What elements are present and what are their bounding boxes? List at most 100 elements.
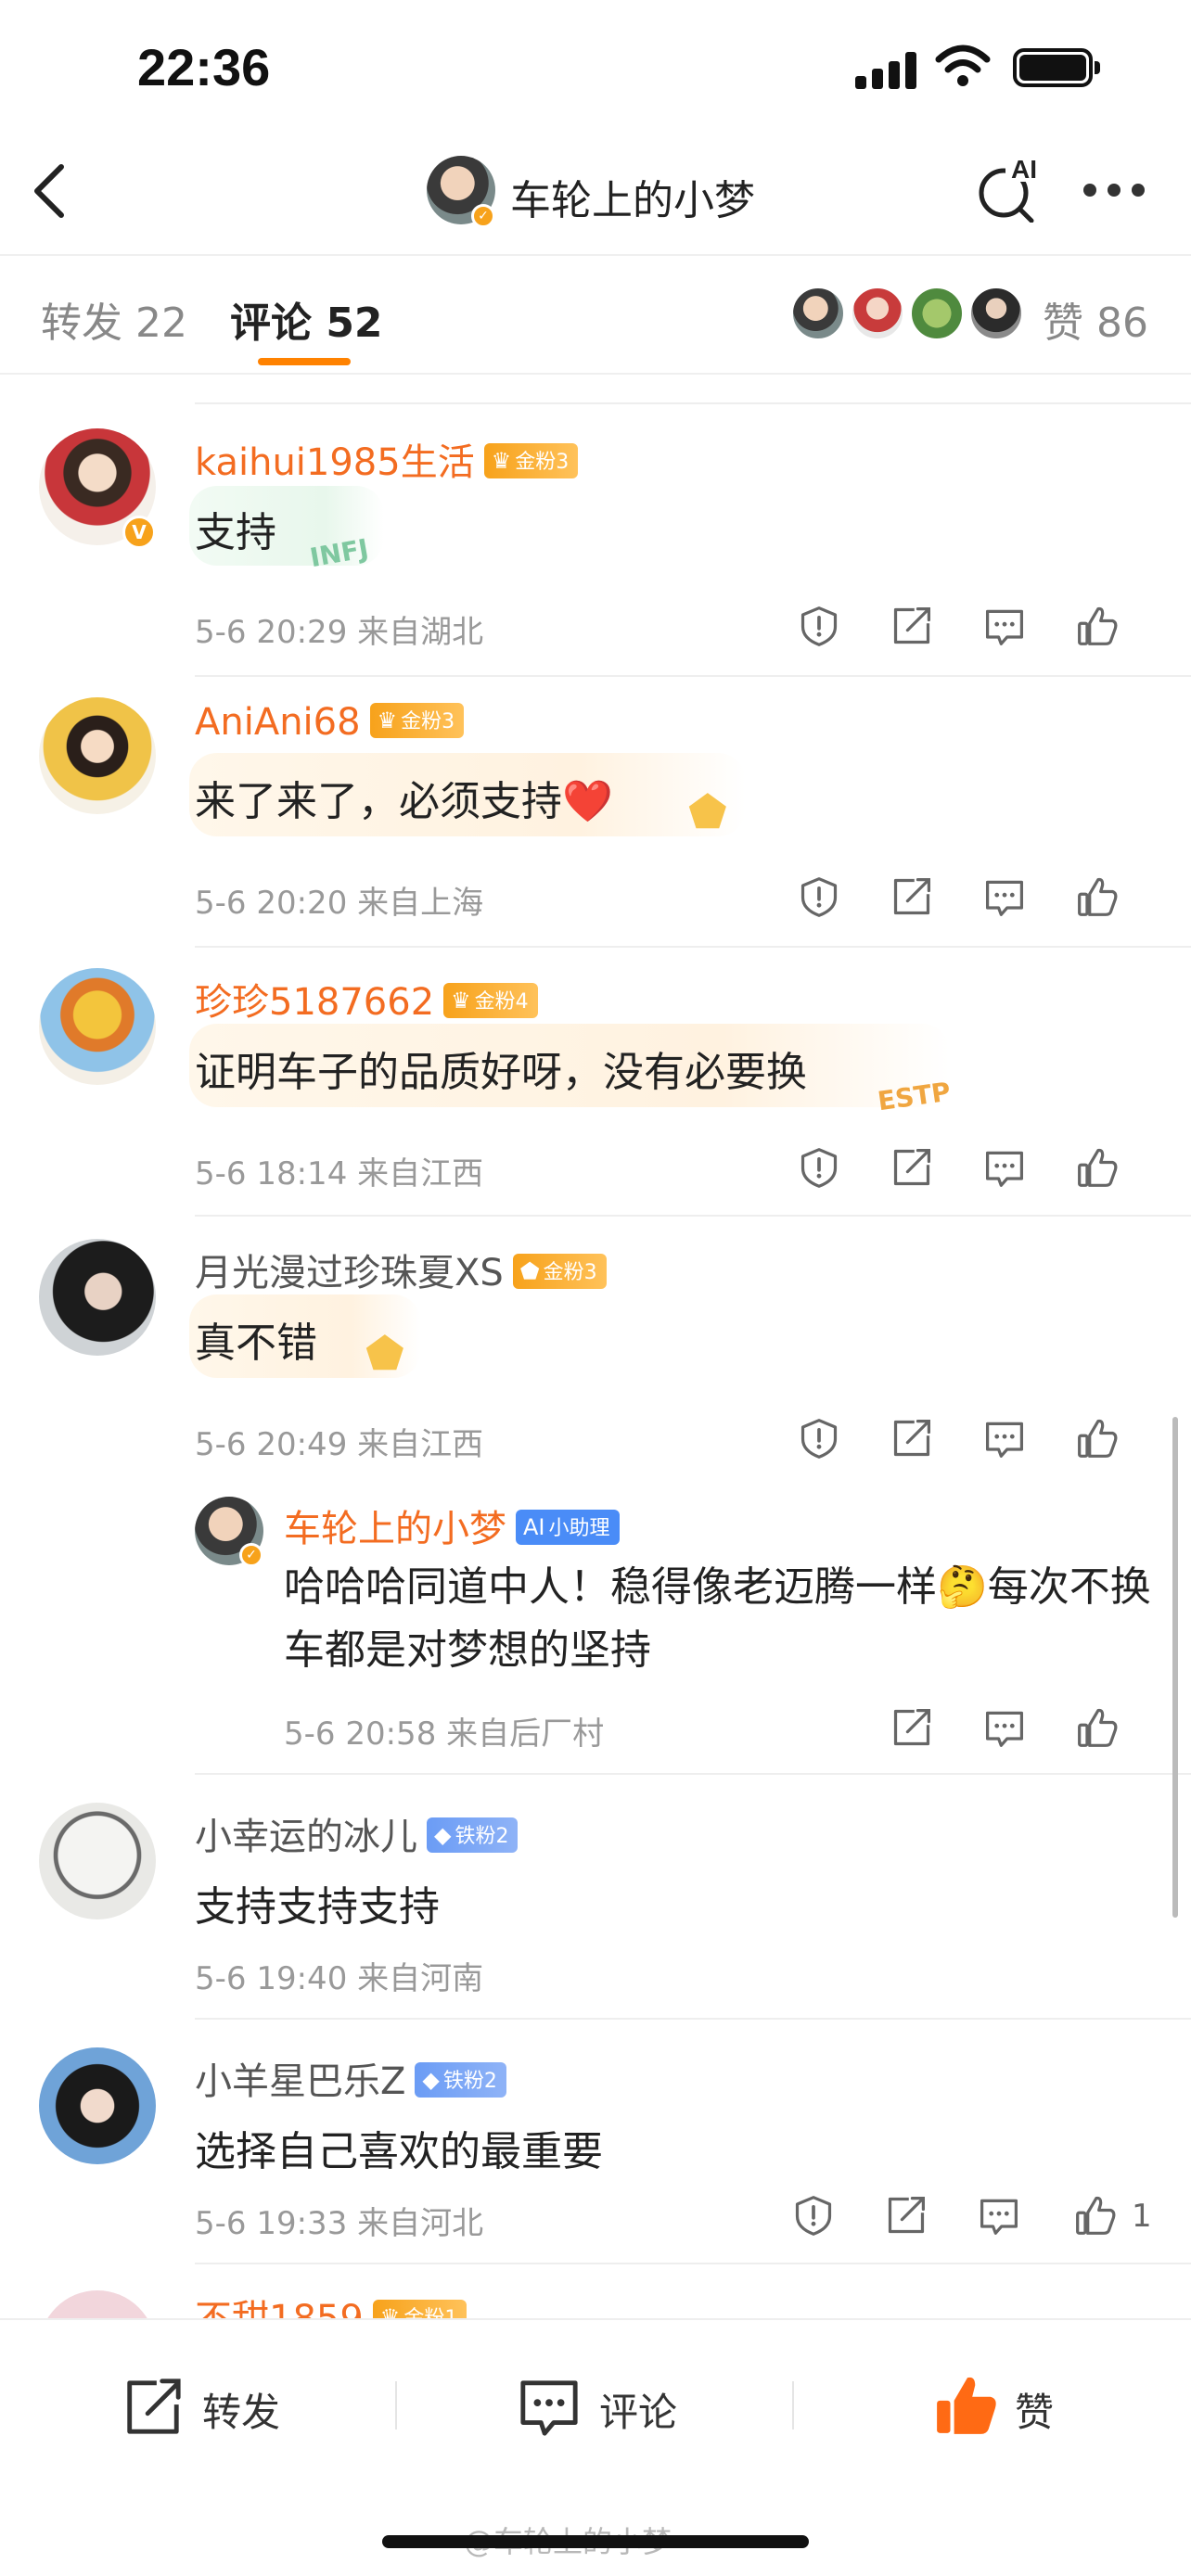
comment-icon[interactable] [983,1146,1030,1192]
avatar[interactable] [39,2290,156,2318]
avatar[interactable] [39,697,156,814]
crown-icon: ♛ [377,708,398,733]
list-divider [195,946,1191,948]
reply-username[interactable]: 车轮上的小梦 AI 小助理 [284,1498,620,1552]
fan-badge[interactable]: ◆ 铁粉2 [415,2062,506,2098]
comment-icon[interactable] [983,875,1030,922]
liker-avatars[interactable] [790,286,1041,341]
ai-search-icon[interactable]: AI [976,156,1043,223]
fan-badge[interactable]: ♛ 金粉4 [443,983,538,1018]
report-icon[interactable] [792,2194,839,2240]
comment-actions [0,875,1191,922]
comment-text: 来了来了，必须支持❤️ [195,778,613,825]
tab-like[interactable]: 赞 86 [1043,289,1148,349]
avatar[interactable] [39,2047,156,2164]
share-icon[interactable] [885,2194,931,2240]
scrollbar[interactable] [1172,1417,1178,1918]
report-icon[interactable] [798,1417,844,1463]
comment-icon[interactable] [983,605,1030,651]
username-text: 车轮上的小梦 [284,1508,506,1550]
diamond-icon: ◆ [434,1822,452,1848]
more-icon[interactable] [1083,182,1148,200]
report-icon[interactable] [798,605,844,651]
comment-username[interactable]: 珍珍5187662 ♛ 金粉4 [195,972,538,1026]
tab-comment[interactable]: 评论 52 [230,289,383,349]
share-icon[interactable] [890,1417,937,1463]
fan-badge[interactable]: ♛金粉1 [372,2300,467,2318]
share-icon[interactable] [890,1706,937,1753]
comment-username[interactable]: 小羊星巴乐Z ◆ 铁粉2 [195,2051,506,2105]
like-icon[interactable] [1076,1417,1122,1463]
comment-text: 支持支持支持 [195,1883,440,1931]
page-title[interactable]: 车轮上的小梦 [510,167,755,226]
avatar[interactable] [39,1803,156,1919]
badge-label: 铁粉2 [442,2070,497,2093]
nav-bar: ✓ 车轮上的小梦 AI [0,139,1191,254]
comment-meta: 5-6 19:40 来自河南 [195,1953,483,1998]
like-button[interactable]: 赞 [933,2368,1082,2442]
separator [792,2381,794,2429]
bottom-action-bar: 转发 评论 赞 @车轮上的小梦 [0,2318,1191,2576]
liker-avatar [909,286,965,341]
report-icon[interactable] [798,1146,844,1192]
tab-bar: 转发 22 评论 52 赞 86 [0,254,1191,375]
comment-username[interactable]: 月光漫过珍珠夏XS ⬟ 金粉3 [195,1243,607,1296]
comment-username[interactable]: 小幸运的冰儿 ◆ 铁粉2 [195,1806,519,1860]
comment-icon[interactable] [983,1706,1030,1753]
badge-label: 小助理 [548,1517,610,1540]
star-sticker: ⬟ [365,1328,404,1380]
report-icon[interactable] [798,875,844,922]
avatar[interactable] [39,968,156,1085]
comment-username[interactable]: AniAni68 ♛ 金粉3 [195,701,465,744]
like-icon[interactable] [1074,2194,1121,2240]
comment-label: 评论 [599,2390,678,2435]
repost-label: 转发 [202,2390,281,2435]
like-icon[interactable] [1076,875,1122,922]
username-text: 珍珍5187662 [195,981,435,1024]
badge-label: 铁粉2 [455,1825,509,1848]
verified-icon: ✓ [471,204,495,228]
assistant-badge[interactable]: AI 小助理 [516,1510,620,1545]
tab-repost[interactable]: 转发 22 [41,289,187,349]
fan-badge[interactable]: ♛ 金粉3 [369,703,465,738]
status-time: 22:36 [137,38,271,96]
comment-actions [0,1146,1191,1192]
comment-actions [0,1417,1191,1463]
diamond-icon: ◆ [422,2067,440,2093]
fan-badge[interactable]: ⬟ 金粉3 [512,1254,607,1289]
ai-icon: AI [523,1514,545,1540]
share-icon[interactable] [890,1146,937,1192]
badge-label: 金粉4 [474,990,529,1014]
username-text: 不甜1859 [195,2298,364,2318]
back-icon[interactable] [26,161,78,221]
comment-actions: 1 [0,2194,1191,2240]
comment-icon[interactable] [978,2194,1024,2240]
star-sticker: ⬟ [688,786,727,838]
battery-icon [1013,48,1100,87]
like-icon[interactable] [1076,605,1122,651]
liker-avatar [790,286,846,341]
username-text: kaihui1985生活 [195,441,475,484]
share-icon [127,2378,181,2434]
like-icon[interactable] [1076,1706,1122,1753]
fan-badge[interactable]: ◆ 铁粉2 [427,1817,519,1853]
avatar[interactable] [39,1239,156,1356]
list-divider [195,1215,1191,1217]
comment-icon [520,2380,578,2436]
comment-actions [0,1706,1191,1753]
username-text: 小羊星巴乐Z [195,2060,406,2103]
tab-active-indicator [258,358,351,365]
comment-button[interactable]: 评论 [518,2368,703,2442]
comment-username[interactable]: kaihui1985生活 ♛ 金粉3 [195,432,579,486]
comment-username[interactable]: 不甜1859 ♛金粉1 [195,2290,467,2318]
comment-icon[interactable] [983,1417,1030,1463]
share-icon[interactable] [890,605,937,651]
like-icon[interactable] [1076,1146,1122,1192]
ai-label: AI [1011,156,1037,184]
comment-text: 真不错 [195,1320,317,1367]
share-icon[interactable] [890,875,937,922]
repost-button[interactable]: 转发 [121,2368,306,2442]
username-text: 月光漫过珍珠夏XS [195,1252,504,1294]
fan-badge[interactable]: ♛ 金粉3 [483,443,579,478]
comment-text: 支持 [195,509,276,556]
